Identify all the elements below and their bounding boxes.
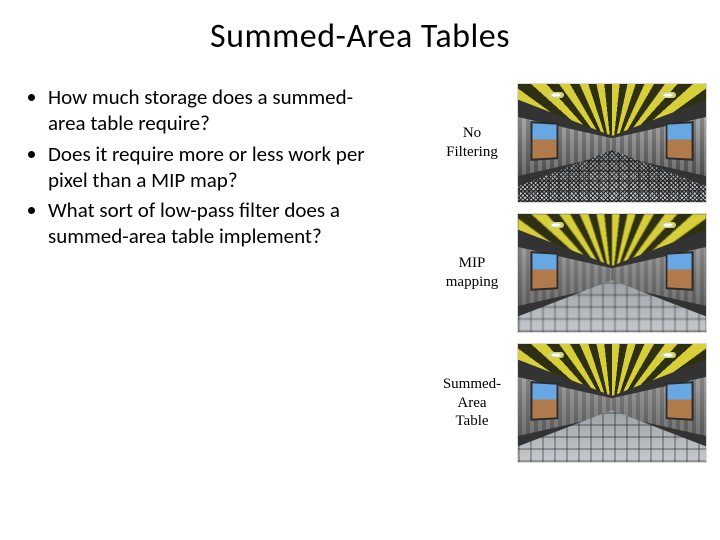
scene-painting-right — [667, 383, 691, 418]
row-label-line: Table — [434, 412, 510, 431]
scene-light — [548, 352, 564, 358]
scene-light — [660, 352, 676, 358]
slide-title: Summed-Area Tables — [0, 16, 720, 57]
bullet-item: Does it require more or less work per pi… — [48, 141, 368, 194]
row-label-line: No — [434, 124, 510, 143]
render-thumb-nofilter — [518, 84, 706, 202]
scene-painting-right — [667, 253, 691, 288]
render-thumb-mip — [518, 214, 706, 332]
scene-painting-right — [667, 123, 691, 158]
scene-painting-left — [532, 253, 556, 288]
row-label: MIP mapping — [434, 254, 510, 292]
scene-painting-left — [532, 123, 556, 158]
bullet-item: How much storage does a summed-area tabl… — [48, 84, 368, 137]
comparison-row-sat: Summed- Area Table — [434, 344, 706, 462]
comparison-row-mip: MIP mapping — [434, 214, 706, 332]
scene-light — [548, 222, 564, 228]
row-label: Summed- Area Table — [434, 375, 510, 431]
bullet-item: What sort of low-pass filter does a summ… — [48, 197, 368, 250]
bullet-list: How much storage does a summed-area tabl… — [28, 84, 368, 254]
row-label-line: Summed- — [434, 375, 510, 394]
row-label-line: mapping — [434, 273, 510, 292]
row-label-line: Filtering — [434, 143, 510, 162]
scene-light — [660, 92, 676, 98]
row-label-line: Area — [434, 394, 510, 413]
slide: Summed-Area Tables How much storage does… — [0, 0, 720, 540]
scene-light — [660, 222, 676, 228]
row-label-line: MIP — [434, 254, 510, 273]
scene-light — [548, 92, 564, 98]
scene-painting-left — [532, 383, 556, 418]
render-thumb-sat — [518, 344, 706, 462]
row-label: No Filtering — [434, 124, 510, 162]
comparison-row-nofilter: No Filtering — [434, 84, 706, 202]
